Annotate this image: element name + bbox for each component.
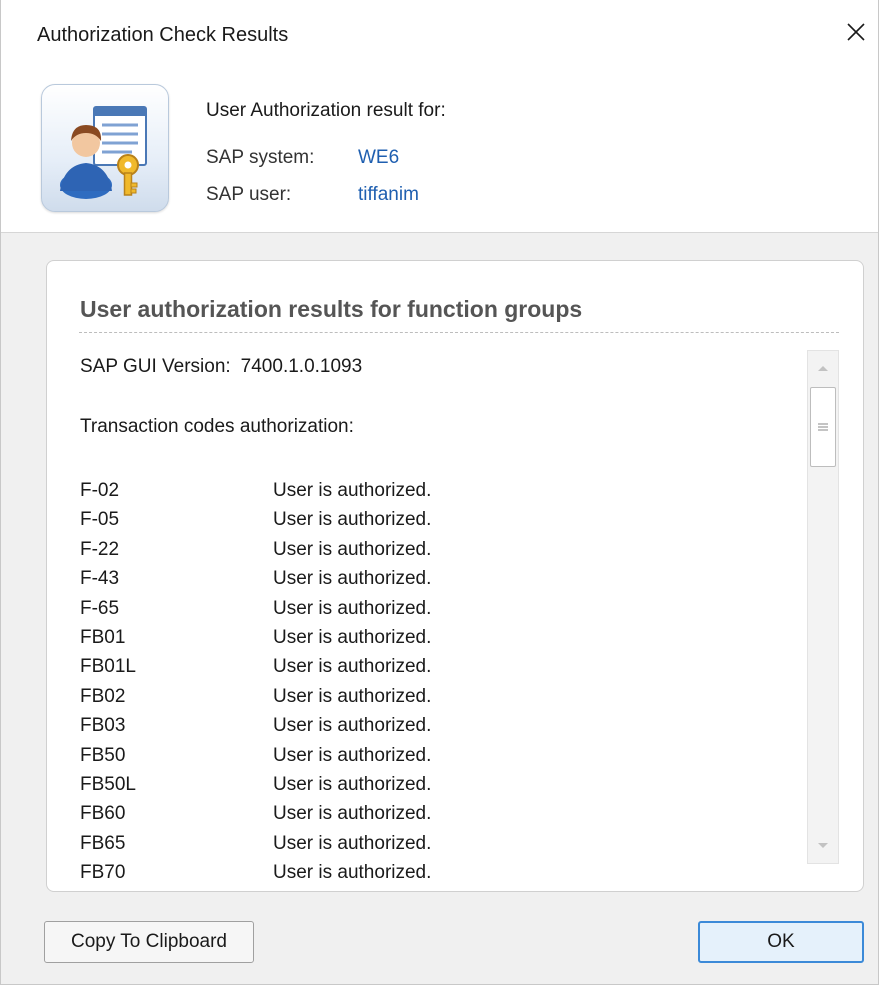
transaction-code: F-02 [80,480,120,501]
transaction-code: FB03 [80,715,126,737]
transaction-status: User is authorized. [273,832,432,854]
transaction-row: FB60 User is authorized. [80,799,431,828]
close-button[interactable] [834,10,878,54]
panel-title: User authorization results for function … [80,296,583,322]
header-section: User Authorization result for: SAP syste… [1,70,878,233]
user-key-icon [60,106,147,199]
transaction-code: FB65 [80,832,126,854]
result-heading: User Authorization result for: [206,100,446,121]
transaction-status: User is authorized. [273,715,432,737]
user-key-icon-tile [41,84,169,212]
title-bar: Authorization Check Results [1,0,878,70]
transaction-row: FB70 User is authorized. [80,858,431,887]
sap-user-row: SAP user: tiffanim [206,184,419,206]
transaction-code: F-43 [80,568,120,590]
transaction-row: FB50 User is authorized. [80,741,431,770]
transaction-row: F-43 User is authorized. [80,564,431,593]
transaction-code: FB50L [80,773,136,795]
transaction-row: FB50L User is authorized. [80,770,431,799]
sap-system-row: SAP system: WE6 [206,147,399,169]
transaction-code: FB01 [80,626,126,648]
sap-user-label: SAP user: [206,184,292,205]
scroll-down-arrow-icon [818,843,828,848]
results-panel: User authorization results for function … [46,260,864,892]
vertical-scrollbar[interactable] [807,350,839,864]
gui-version-label: SAP GUI Version: [80,356,231,377]
transactions-heading: Transaction codes authorization: [80,416,354,437]
transaction-row: FB03 User is authorized. [80,711,431,740]
scroll-grip-icon [818,423,828,431]
transaction-status: User is authorized. [273,656,432,678]
transaction-status: User is authorized. [273,744,432,766]
scroll-down-button[interactable] [808,831,838,861]
transaction-status: User is authorized. [273,862,432,884]
transaction-row: F-65 User is authorized. [80,594,431,623]
transaction-status: User is authorized. [273,538,432,560]
transaction-code: FB70 [80,862,126,884]
transaction-status: User is authorized. [273,480,432,501]
transaction-row: FB65 User is authorized. [80,829,431,858]
panel-divider [79,332,839,333]
transaction-code: F-05 [80,509,120,531]
scroll-up-arrow-icon [818,366,828,371]
transaction-code: FB50 [80,744,126,766]
transaction-row: FB01L User is authorized. [80,652,431,681]
transactions-list: F-02 User is authorized. F-05 User is autho… [80,476,431,887]
transaction-status: User is authorized. [273,685,432,707]
sap-system-value: WE6 [358,147,400,168]
sap-user-value: tiffanim [358,184,419,205]
ok-button[interactable]: OK [698,921,864,963]
transaction-row: FB02 User is authorized. [80,682,431,711]
gui-version-value: 7400.1.0.1093 [240,356,363,377]
transaction-status: User is authorized. [273,773,432,795]
transaction-row: F-22 User is authorized. [80,535,431,564]
copy-to-clipboard-button[interactable]: Copy To Clipboard [44,921,254,963]
transaction-status: User is authorized. [273,597,432,619]
close-icon [847,23,865,41]
transaction-code: F-65 [80,597,120,619]
transaction-row: F-02 User is authorized. [80,476,431,505]
scroll-thumb[interactable] [810,387,836,467]
results-text-area[interactable]: SAP GUI Version: 7400.1.0.1093 Transactio… [80,349,810,889]
transaction-status: User is authorized. [273,626,432,648]
transaction-status: User is authorized. [273,509,432,531]
transaction-code: F-22 [80,538,120,560]
window-title: Authorization Check Results [37,24,289,46]
transaction-code: FB02 [80,685,126,707]
transaction-status: User is authorized. [273,568,432,590]
scroll-up-button[interactable] [808,353,838,383]
transaction-status: User is authorized. [273,803,432,825]
sap-system-label: SAP system: [206,147,315,168]
transaction-row: FB01 User is authorized. [80,623,431,652]
transaction-code: FB01L [80,656,136,678]
transaction-code: FB60 [80,803,126,825]
gui-version-line: SAP GUI Version: 7400.1.0.1093 [80,356,362,378]
authorization-dialog: Authorization Check Results User Authori… [0,0,879,985]
transaction-row: F-05 User is authorized. [80,505,431,534]
